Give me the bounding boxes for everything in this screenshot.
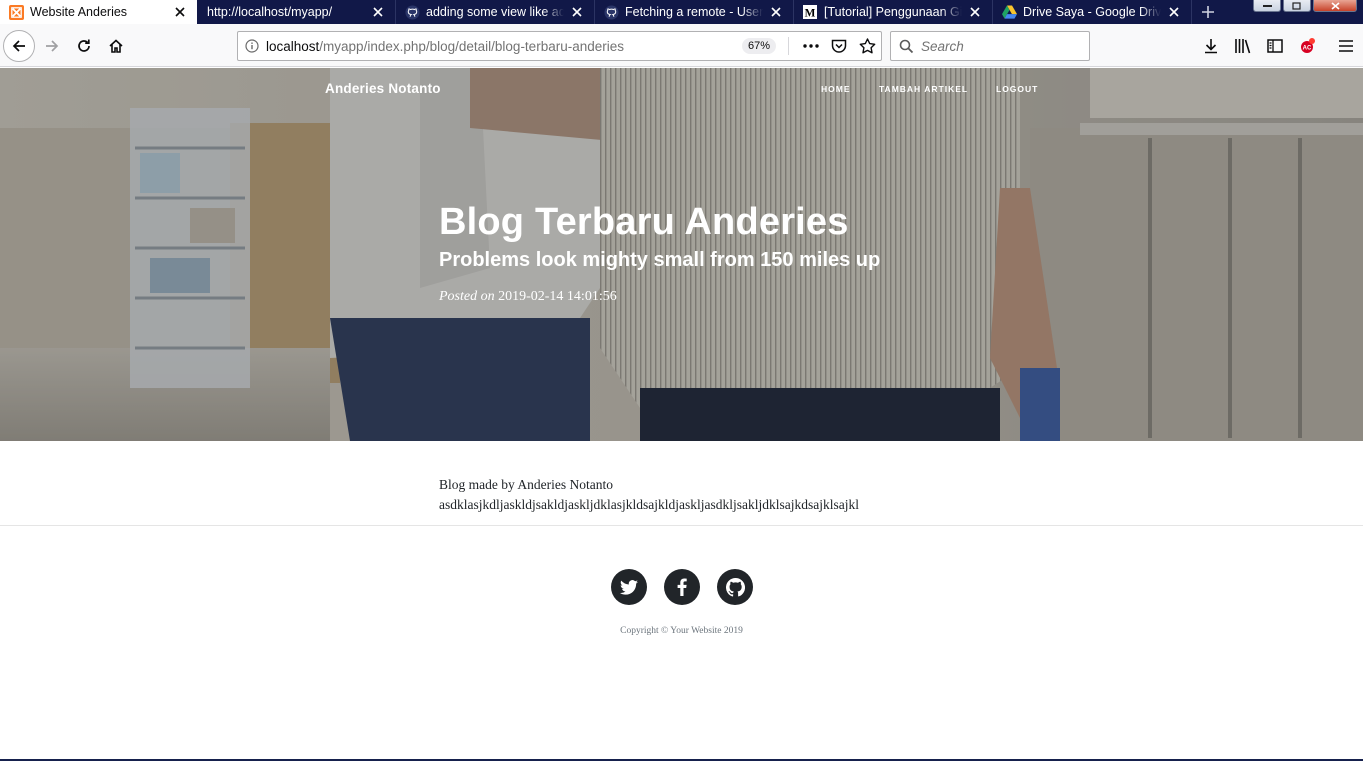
post-heading: Blog Terbaru Anderies Problems look migh… xyxy=(439,198,880,305)
nav-link-logout[interactable]: LOGOUT xyxy=(996,84,1038,94)
tab-title: adding some view like add xyxy=(426,5,564,19)
tab-title: Drive Saya - Google Drive xyxy=(1023,5,1161,19)
bookmark-star-icon[interactable] xyxy=(853,38,881,54)
github-icon xyxy=(603,4,619,20)
github-icon xyxy=(725,577,745,597)
nav-link-home[interactable]: HOME xyxy=(821,84,851,94)
library-icon[interactable] xyxy=(1230,33,1256,59)
home-button[interactable] xyxy=(101,31,131,61)
downloads-icon[interactable] xyxy=(1198,33,1224,59)
github-icon xyxy=(404,4,420,20)
home-icon xyxy=(109,39,123,53)
page-actions-icon[interactable] xyxy=(797,44,825,48)
pocket-icon[interactable] xyxy=(825,39,853,54)
tab-strip: Website Anderies http://localhost/myapp/… xyxy=(0,0,1363,24)
close-tab-icon[interactable] xyxy=(369,3,387,21)
github-link[interactable] xyxy=(717,569,753,605)
post-header-hero: Anderies Notanto HOME TAMBAH ARTIKEL LOG… xyxy=(0,68,1363,441)
post-body-line: asdklasjkdljaskldjsakldjaskljdklasjkldsa… xyxy=(439,497,859,512)
new-tab-button[interactable] xyxy=(1192,0,1224,24)
close-tab-icon[interactable] xyxy=(1165,3,1183,21)
tab-title: Fetching a remote - User D xyxy=(625,5,763,19)
url-text[interactable]: localhost/myapp/index.php/blog/detail/bl… xyxy=(266,39,742,54)
url-bar[interactable]: localhost/myapp/index.php/blog/detail/bl… xyxy=(237,31,882,61)
social-links xyxy=(611,569,753,605)
arrow-left-icon xyxy=(12,40,25,52)
zoom-indicator[interactable]: 67% xyxy=(741,38,776,54)
close-tab-icon[interactable] xyxy=(568,3,586,21)
navigation-toolbar: localhost/myapp/index.php/blog/detail/bl… xyxy=(0,24,1363,67)
search-bar[interactable]: Search xyxy=(890,31,1090,61)
search-icon xyxy=(891,39,921,54)
site-brand-link[interactable]: Anderies Notanto xyxy=(325,81,441,96)
hamburger-menu-icon[interactable] xyxy=(1333,33,1359,59)
medium-icon: M xyxy=(802,4,818,20)
reload-button[interactable] xyxy=(69,31,99,61)
url-path: /myapp/index.php/blog/detail/blog-terbar… xyxy=(319,38,624,54)
extension-icon[interactable]: AC xyxy=(1294,33,1320,59)
close-tab-icon[interactable] xyxy=(966,3,984,21)
tab-adding-view[interactable]: adding some view like add xyxy=(396,0,595,24)
twitter-link[interactable] xyxy=(611,569,647,605)
tab-title: [Tutorial] Penggunaan Git xyxy=(824,5,962,19)
svg-text:AC: AC xyxy=(1303,46,1312,52)
facebook-icon xyxy=(677,578,687,596)
twitter-icon xyxy=(620,579,638,595)
info-icon[interactable] xyxy=(238,39,266,53)
post-body-line: Blog made by Anderies Notanto xyxy=(439,477,613,492)
restore-button[interactable] xyxy=(1283,0,1311,12)
tab-title: Website Anderies xyxy=(30,5,128,19)
post-subtitle: Problems look mighty small from 150 mile… xyxy=(439,249,881,271)
post-meta-label: Posted on xyxy=(439,289,495,304)
post-date: 2019-02-14 14:01:56 xyxy=(498,289,617,304)
tab-tutorial-git[interactable]: M [Tutorial] Penggunaan Git xyxy=(794,0,993,24)
footer-divider xyxy=(0,525,1363,526)
minimize-button[interactable] xyxy=(1253,0,1281,12)
close-tab-icon[interactable] xyxy=(171,3,189,21)
nav-link-tambah-artikel[interactable]: TAMBAH ARTIKEL xyxy=(879,84,968,94)
close-window-button[interactable] xyxy=(1313,0,1357,12)
tab-localhost-myapp[interactable]: http://localhost/myapp/ xyxy=(197,0,396,24)
reload-icon xyxy=(78,39,90,52)
tab-fetching-remote[interactable]: Fetching a remote - User D xyxy=(595,0,794,24)
close-tab-icon[interactable] xyxy=(767,3,785,21)
tab-google-drive[interactable]: Drive Saya - Google Drive xyxy=(993,0,1192,24)
post-meta: Posted on 2019-02-14 14:01:56 xyxy=(439,289,880,305)
svg-text:M: M xyxy=(805,7,816,19)
sidebar-icon[interactable] xyxy=(1262,33,1288,59)
url-separator xyxy=(788,37,789,55)
tab-title: http://localhost/myapp/ xyxy=(207,5,333,19)
post-title: Blog Terbaru Anderies xyxy=(439,201,849,243)
search-input[interactable]: Search xyxy=(921,39,964,54)
page-viewport: Anderies Notanto HOME TAMBAH ARTIKEL LOG… xyxy=(0,68,1363,761)
back-button[interactable] xyxy=(3,30,35,62)
facebook-link[interactable] xyxy=(664,569,700,605)
tab-website-anderies[interactable]: Website Anderies xyxy=(0,0,197,24)
arrow-right-icon xyxy=(46,40,59,52)
google-drive-icon xyxy=(1001,4,1017,20)
xampp-icon xyxy=(8,4,24,20)
copyright-text: Copyright © Your Website 2019 xyxy=(620,626,743,636)
forward-button[interactable] xyxy=(37,31,67,61)
window-controls xyxy=(1253,0,1357,12)
post-body: Blog made by Anderies Notanto asdklasjkd… xyxy=(439,475,859,515)
url-host: localhost xyxy=(266,38,320,54)
